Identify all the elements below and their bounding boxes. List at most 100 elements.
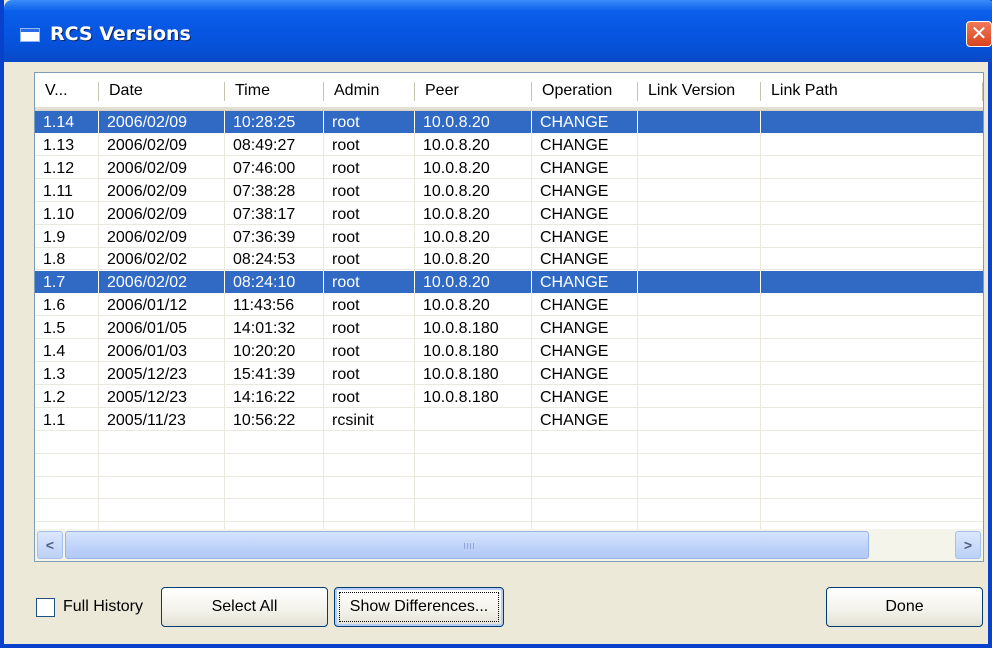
cell-admin: root — [332, 251, 360, 268]
cell-link-version — [638, 111, 761, 133]
cell-time: 07:38:28 — [233, 183, 296, 200]
column-header-version[interactable]: V... — [35, 73, 99, 110]
cell-peer: 10.0.8.20 — [423, 137, 490, 154]
cell-link-version — [638, 317, 761, 339]
table-row[interactable]: 1.14 2006/02/09 10:28:25 root 10.0.8.20 CHANG… — [35, 111, 983, 133]
cell-time: 10:56:22 — [233, 412, 296, 429]
table-row[interactable]: 1.4 2006/01/03 10:20:20 root 10.0.8.180 CHANG… — [35, 340, 983, 362]
table-row[interactable]: 1.2 2005/12/23 14:16:22 root 10.0.8.180 CHANG… — [35, 386, 983, 408]
cell-version: 1.4 — [43, 343, 66, 360]
cell-link-path — [761, 111, 983, 133]
cell-operation: CHANGE — [540, 366, 609, 383]
table-row[interactable]: 1.9 2006/02/09 07:36:39 root 10.0.8.20 CHANGE — [35, 226, 983, 248]
done-button[interactable]: Done — [826, 587, 983, 627]
cell-operation: CHANGE — [540, 343, 609, 360]
cell-date: 2006/02/09 — [107, 229, 188, 246]
table-row[interactable]: 1.11 2006/02/09 07:38:28 root 10.0.8.20 CHANG… — [35, 180, 983, 202]
cell-admin: root — [332, 229, 360, 246]
cell-admin: root — [332, 160, 360, 177]
cell-time: 15:41:39 — [233, 366, 296, 383]
cell-date: 2005/12/23 — [107, 389, 188, 406]
cell-date: 2006/01/12 — [107, 297, 188, 314]
cell-time: 08:49:27 — [233, 137, 296, 154]
cell-date: 2005/11/23 — [107, 412, 186, 429]
column-header-link-version[interactable]: Link Version — [638, 73, 761, 110]
show-differences-button[interactable]: Show Differences... — [334, 587, 504, 627]
table-row[interactable]: 1.7 2006/02/02 08:24:10 root 10.0.8.20 CHANGE — [35, 271, 983, 293]
cell-version: 1.9 — [43, 229, 66, 246]
cell-link-path — [761, 180, 983, 202]
column-header-date[interactable]: Date — [99, 73, 225, 110]
cell-admin: root — [332, 366, 360, 383]
cell-date: 2006/02/09 — [99, 111, 225, 133]
cell-link-version — [638, 134, 761, 156]
cell-time: 10:20:20 — [233, 343, 296, 360]
cell-version: 1.6 — [43, 297, 66, 314]
cell-time: 07:36:39 — [233, 229, 296, 246]
horizontal-scrollbar[interactable]: < > — [35, 529, 983, 561]
cell-admin: root — [324, 111, 415, 133]
column-header-peer[interactable]: Peer — [415, 73, 532, 110]
scroll-left-button[interactable]: < — [37, 531, 63, 559]
cell-date: 2006/02/02 — [107, 251, 188, 268]
cell-operation: CHANGE — [540, 412, 609, 429]
table-row[interactable]: 1.6 2006/01/12 11:43:56 root 10.0.8.20 CHANGE — [35, 294, 983, 316]
select-all-button[interactable]: Select All — [161, 587, 328, 627]
cell-date: 2006/02/09 — [107, 206, 188, 223]
cell-operation: CHANGE — [532, 111, 638, 133]
column-header-link-path[interactable]: Link Path — [761, 73, 983, 110]
cell-peer: 10.0.8.180 — [423, 389, 499, 406]
cell-peer: 10.0.8.180 — [423, 366, 499, 383]
table-row[interactable]: 1.1 2005/11/23 10:56:22 rcsinit CHANGE — [35, 409, 983, 431]
cell-link-version — [638, 271, 761, 293]
cell-peer — [415, 409, 532, 431]
cell-admin: root — [332, 183, 360, 200]
cell-time: 07:46:00 — [233, 160, 296, 177]
table-row[interactable]: 1.8 2006/02/02 08:24:53 root 10.0.8.20 CHANGE — [35, 248, 983, 270]
cell-version: 1.3 — [43, 366, 66, 383]
cell-time: 08:24:53 — [233, 251, 296, 268]
cell-link-path — [761, 363, 983, 385]
cell-operation: CHANGE — [540, 229, 609, 246]
versions-list[interactable]: V... Date Time Admin Peer Operation Link… — [34, 72, 984, 562]
cell-peer: 10.0.8.180 — [423, 343, 499, 360]
table-row[interactable]: 1.3 2005/12/23 15:41:39 root 10.0.8.180 CHANG… — [35, 363, 983, 385]
grid-line — [35, 453, 983, 454]
scrollbar-thumb[interactable] — [65, 531, 869, 559]
column-header-time[interactable]: Time — [225, 73, 324, 110]
cell-operation: CHANGE — [540, 160, 609, 177]
cell-version: 1.5 — [43, 320, 66, 337]
cell-peer: 10.0.8.20 — [423, 297, 490, 314]
cell-version: 1.7 — [35, 271, 99, 293]
cell-admin: root — [332, 137, 360, 154]
table-row[interactable]: 1.12 2006/02/09 07:46:00 root 10.0.8.20 CHANG… — [35, 157, 983, 179]
table-row[interactable]: 1.13 2006/02/09 08:49:27 root 10.0.8.20 CHANG… — [35, 134, 983, 156]
cell-peer: 10.0.8.20 — [423, 183, 490, 200]
cell-admin: root — [332, 343, 360, 360]
cell-admin: rcsinit — [332, 412, 374, 429]
cell-version: 1.1 — [43, 412, 66, 429]
table-row[interactable]: 1.5 2006/01/05 14:01:32 root 10.0.8.180 CHANG… — [35, 317, 983, 339]
cell-operation: CHANGE — [540, 251, 609, 268]
close-button[interactable]: ✕ — [966, 21, 992, 47]
scroll-right-button[interactable]: > — [955, 531, 981, 559]
table-row[interactable]: 1.10 2006/02/09 07:38:17 root 10.0.8.20 CHANG… — [35, 203, 983, 225]
cell-version: 1.13 — [43, 137, 75, 154]
cell-link-version — [638, 340, 761, 362]
column-header-admin[interactable]: Admin — [324, 73, 415, 110]
column-header-operation[interactable]: Operation — [532, 73, 638, 110]
cell-admin: root — [332, 297, 360, 314]
full-history-label[interactable]: Full History — [63, 596, 143, 618]
cell-admin: root — [332, 320, 360, 337]
cell-version: 1.8 — [43, 251, 66, 268]
cell-link-path — [761, 134, 983, 156]
cell-time: 10:28:25 — [225, 111, 324, 133]
full-history-checkbox[interactable] — [36, 598, 55, 617]
cell-link-path — [761, 271, 983, 293]
cell-link-version — [638, 203, 761, 225]
cell-peer: 10.0.8.20 — [423, 206, 490, 223]
title-bar[interactable]: RCS Versions ✕ — [4, 0, 992, 62]
list-body: 1.14 2006/02/09 10:28:25 root 10.0.8.20 CHANG… — [35, 111, 983, 545]
cell-peer: 10.0.8.20 — [415, 271, 532, 293]
cell-link-version — [638, 180, 761, 202]
